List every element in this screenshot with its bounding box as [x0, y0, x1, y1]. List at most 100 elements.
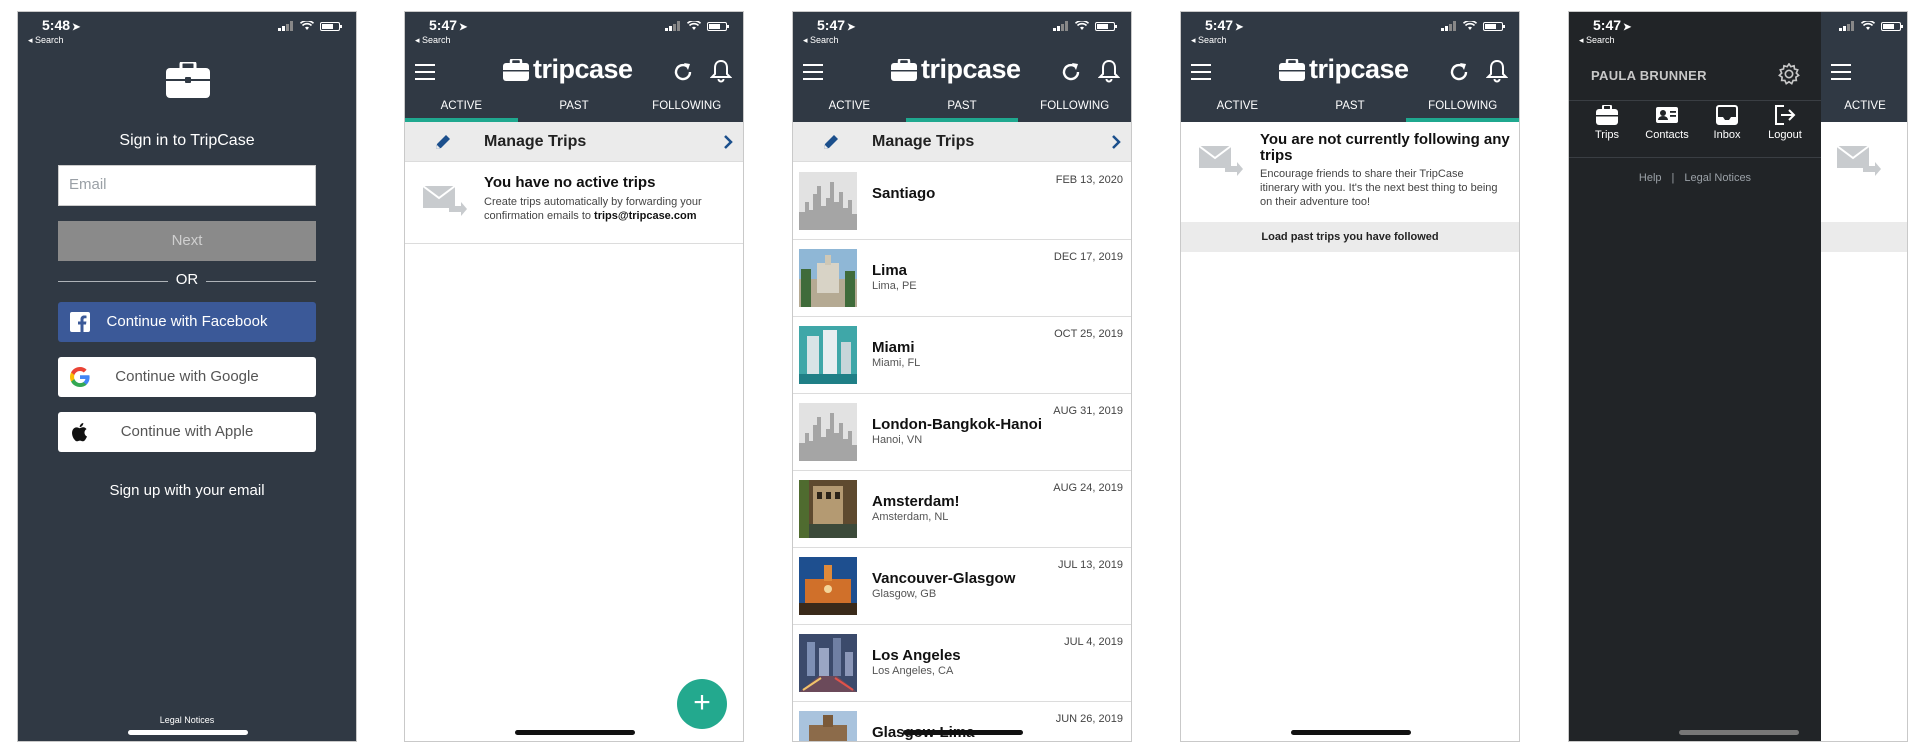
back-to-search-link[interactable]: ◂ Search	[415, 35, 451, 46]
tab-past[interactable]: PAST	[518, 97, 631, 122]
manage-trips-row[interactable]: Manage Trips	[405, 122, 743, 162]
back-to-search-link[interactable]: ◂ Search	[803, 35, 839, 46]
trip-row[interactable]: Vancouver-Glasgow Glasgow, GB JUL 13, 20…	[793, 548, 1131, 625]
legal-notices-link[interactable]: Legal Notices	[1684, 172, 1751, 184]
back-to-search-link[interactable]: ◂ Search	[28, 35, 64, 46]
continue-with-apple-button[interactable]: Continue with Apple	[58, 412, 316, 452]
status-bar: 5:47 ➤ ◂ Search	[793, 12, 1131, 48]
not-following-message: You are not currently following any trip…	[1181, 122, 1519, 222]
refresh-icon[interactable]	[1447, 60, 1471, 84]
trip-date: JUL 4, 2019	[1064, 636, 1123, 648]
wifi-icon	[1463, 21, 1477, 30]
legal-notices-link[interactable]: Legal Notices	[18, 715, 356, 725]
google-label: Continue with Google	[115, 368, 259, 385]
miami-photo-thumbnail	[799, 326, 857, 384]
cellular-signal-icon	[665, 21, 680, 31]
amsterdam-photo-thumbnail	[799, 480, 857, 538]
drawer-nav-trips[interactable]: Trips	[1577, 105, 1637, 141]
drawer-footer-links: Help | Legal Notices	[1569, 172, 1821, 184]
trip-tabs: ACTIVE PAST FOLLOWING	[405, 97, 743, 122]
trip-row[interactable]: Amsterdam! Amsterdam, NL AUG 24, 2019	[793, 471, 1131, 548]
status-bar: 5:47 ➤ ◂ Search	[405, 12, 743, 48]
back-to-search-link[interactable]: ◂ Search	[1191, 35, 1227, 46]
manage-trips-row[interactable]: Manage Trips	[793, 122, 1131, 162]
briefcase-logo-icon	[166, 62, 210, 98]
help-link[interactable]: Help	[1639, 172, 1662, 184]
home-indicator	[515, 730, 635, 735]
logo-text: tripcase	[1309, 54, 1409, 84]
refresh-icon[interactable]	[1059, 60, 1083, 84]
following-empty-title: You are not currently following any trip…	[1260, 131, 1510, 164]
briefcase-logo-icon	[891, 58, 917, 81]
underlying-trips-screen: ACTIVE	[1821, 12, 1907, 741]
trip-row[interactable]: Santiago FEB 13, 2020	[793, 163, 1131, 240]
signup-with-email-link[interactable]: Sign up with your email	[18, 482, 356, 499]
facebook-icon	[70, 312, 90, 332]
bell-icon[interactable]	[1486, 59, 1508, 83]
trip-date: JUN 26, 2019	[1055, 713, 1123, 725]
next-button[interactable]: Next	[58, 221, 316, 261]
drawer-nav-contacts[interactable]: Contacts	[1637, 105, 1697, 141]
empty-description: Create trips automatically by forwarding…	[484, 196, 702, 222]
cellular-signal-icon	[278, 21, 293, 31]
apple-icon	[72, 423, 87, 442]
tab-active[interactable]: ACTIVE	[1181, 97, 1294, 122]
trip-row[interactable]: Lima Lima, PE DEC 17, 2019	[793, 240, 1131, 317]
location-arrow-icon: ➤	[847, 22, 856, 33]
trip-row[interactable]: Los Angeles Los Angeles, CA JUL 4, 2019	[793, 625, 1131, 702]
trip-name: Los Angeles	[872, 647, 961, 664]
trip-date: OCT 25, 2019	[1054, 328, 1123, 340]
tripcase-logo: tripcase	[503, 54, 633, 85]
drawer-nav-logout[interactable]: Logout	[1755, 105, 1815, 141]
hamburger-menu-icon[interactable]	[415, 64, 435, 80]
hamburger-menu-icon[interactable]	[1191, 64, 1211, 80]
trip-row[interactable]: London-Bangkok-Hanoi Hanoi, VN AUG 31, 2…	[793, 394, 1131, 471]
trip-name: Amsterdam!	[872, 493, 960, 510]
add-trip-button[interactable]: +	[677, 679, 727, 729]
link-separator: |	[1671, 172, 1675, 184]
tab-past[interactable]: PAST	[905, 97, 1019, 122]
tab-following[interactable]: FOLLOWING	[630, 97, 743, 122]
chevron-right-icon	[1112, 135, 1121, 149]
continue-with-google-button[interactable]: Continue with Google	[58, 357, 316, 397]
trip-location: Los Angeles, CA	[872, 665, 954, 677]
trip-date: JUL 13, 2019	[1057, 559, 1123, 571]
logo-text: tripcase	[921, 54, 1021, 84]
email-input[interactable]: Email	[58, 165, 316, 206]
home-indicator	[903, 730, 1023, 735]
logout-icon	[1775, 105, 1796, 125]
skyline-placeholder-thumbnail	[799, 172, 857, 230]
back-to-search-link[interactable]: ◂ Search	[1579, 35, 1615, 46]
wifi-icon	[1075, 21, 1089, 30]
load-past-followed-button[interactable]: Load past trips you have followed	[1181, 222, 1519, 252]
hamburger-menu-icon[interactable]	[803, 64, 823, 80]
past-trips-screen: 5:47 ➤ ◂ Search tripcase ACTIVE PAST FOLL…	[792, 11, 1132, 742]
contact-card-icon	[1656, 107, 1678, 123]
tab-active[interactable]: ACTIVE	[405, 97, 518, 122]
side-menu-drawer: 5:47 ➤ ◂ Search PAULA BRUNNER Trips Conta…	[1569, 12, 1821, 741]
tab-active[interactable]: ACTIVE	[1821, 100, 1907, 112]
hamburger-menu-icon[interactable]	[1831, 64, 1851, 80]
trip-row[interactable]: Miami Miami, FL OCT 25, 2019	[793, 317, 1131, 394]
cellular-signal-icon	[1053, 21, 1068, 31]
battery-icon	[1095, 21, 1117, 31]
tab-active[interactable]: ACTIVE	[793, 97, 906, 122]
los-angeles-photo-thumbnail	[799, 634, 857, 692]
trip-date: DEC 17, 2019	[1053, 251, 1123, 263]
continue-with-facebook-button[interactable]: Continue with Facebook	[58, 302, 316, 342]
trips-email-address: trips@tripcase.com	[594, 210, 697, 222]
refresh-icon[interactable]	[671, 60, 695, 84]
trip-location: Amsterdam, NL	[872, 511, 949, 523]
trip-date: AUG 24, 2019	[1053, 482, 1123, 494]
home-indicator	[1291, 730, 1411, 735]
trip-row[interactable]: Glasgow-Lima JUN 26, 2019	[793, 702, 1131, 741]
gear-icon[interactable]	[1778, 63, 1800, 85]
trip-name: Miami	[872, 339, 915, 356]
tab-following[interactable]: FOLLOWING	[1406, 97, 1519, 122]
trip-tabs: ACTIVE PAST FOLLOWING	[1181, 97, 1519, 122]
bell-icon[interactable]	[710, 59, 732, 83]
tab-following[interactable]: FOLLOWING	[1018, 97, 1131, 122]
drawer-nav-inbox[interactable]: Inbox	[1697, 105, 1757, 141]
tab-past[interactable]: PAST	[1294, 97, 1407, 122]
bell-icon[interactable]	[1098, 59, 1120, 83]
